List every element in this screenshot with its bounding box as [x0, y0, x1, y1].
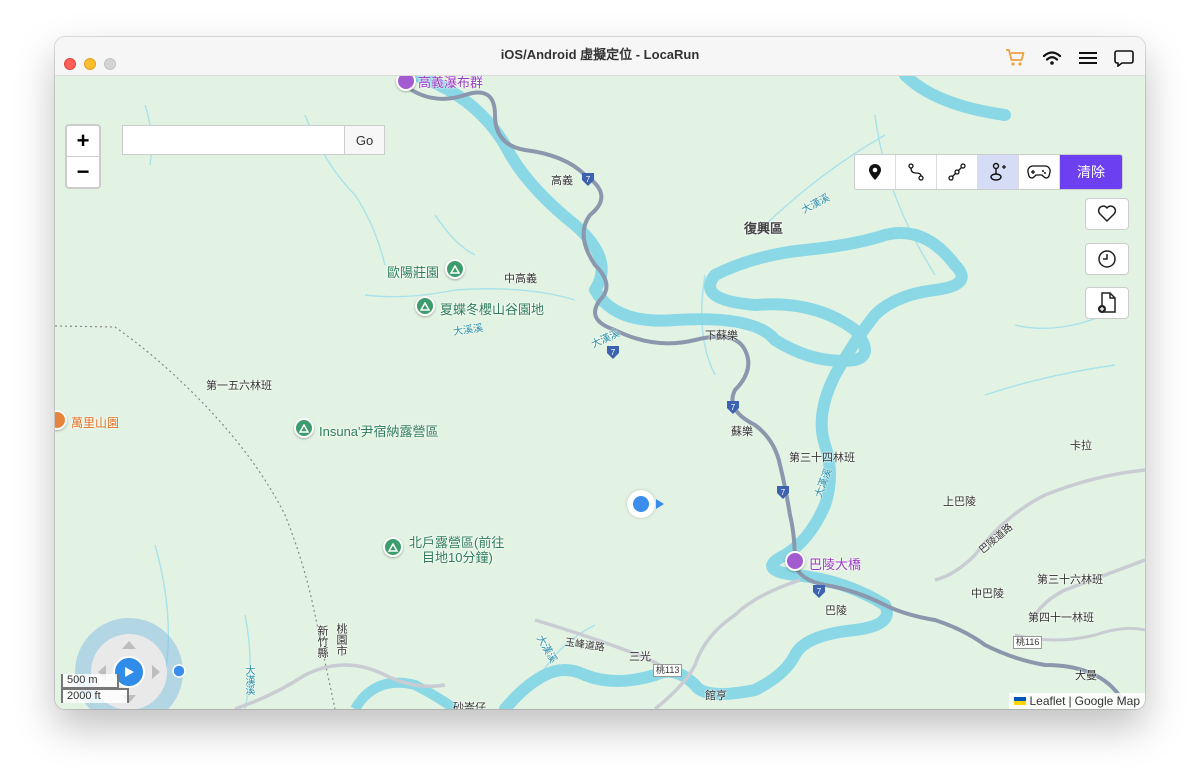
- campsite-poi-icon[interactable]: [445, 259, 465, 279]
- campsite-poi-icon[interactable]: [383, 537, 403, 557]
- joystick-mode-button[interactable]: [978, 155, 1019, 189]
- search-input[interactable]: [122, 125, 344, 155]
- map-label-wanli: 萬里山園: [71, 416, 120, 430]
- google-map-link[interactable]: Google Map: [1075, 694, 1140, 708]
- map-canvas[interactable]: 7 7 7 7 7 高義瀑布群 歐陽莊園 夏蝶冬櫻山谷園地 Insuna'尹宿納…: [55, 75, 1145, 709]
- leaflet-link[interactable]: Leaflet: [1029, 694, 1065, 708]
- wifi-icon[interactable]: [1041, 47, 1063, 69]
- joystick-mode-icon: [990, 162, 1006, 181]
- route-shield-icon: 7: [727, 401, 739, 414]
- map-scale: 500 m 2000 ft: [61, 674, 129, 703]
- search-bar: Go: [122, 125, 385, 155]
- current-location-marker[interactable]: [627, 490, 655, 518]
- map-label-ouyang: 歐陽莊園: [387, 265, 440, 280]
- map-label-beihu-2: 目地10分鐘): [422, 550, 493, 565]
- map-label-qiuting: 館亨: [705, 690, 727, 702]
- heading-arrow-icon: [656, 499, 664, 509]
- search-go-button[interactable]: Go: [344, 125, 385, 155]
- map-label-forest36: 第三十六林班: [1037, 574, 1103, 586]
- route-shield-icon: 7: [777, 486, 789, 499]
- joystick-up-arrow-icon[interactable]: [121, 640, 137, 650]
- map-label-kala: 卡拉: [1070, 440, 1092, 452]
- location-dot-icon: [633, 496, 649, 512]
- app-window: iOS/Android 虛擬定位 - LocaRun 7 7 7 7 7 高義瀑…: [55, 37, 1145, 709]
- map-label-daman: 大曼: [1075, 670, 1097, 682]
- map-label-gaoyi: 高義: [551, 175, 573, 187]
- map-label-lin116: 桃116: [1013, 636, 1043, 649]
- favorites-button[interactable]: [1085, 198, 1129, 230]
- map-attribution: Leaflet | Google Map: [1009, 693, 1145, 709]
- map-label-xiasu: 下蘇樂: [705, 330, 738, 342]
- zoom-out-button[interactable]: −: [67, 156, 99, 187]
- gamepad-mode-button[interactable]: [1019, 155, 1060, 189]
- map-label-balingbridge: 巴陵大橋: [809, 557, 862, 572]
- map-label-daxi6: 大漢溪: [243, 665, 254, 695]
- multi-point-route-button[interactable]: [937, 155, 978, 189]
- route-multi-point-icon: [948, 163, 966, 181]
- zoom-control: + −: [65, 124, 101, 189]
- cart-icon[interactable]: [1005, 47, 1027, 69]
- joystick-handle-dot-icon[interactable]: [172, 664, 186, 678]
- chat-icon[interactable]: [1113, 47, 1135, 69]
- svg-text:7: 7: [817, 587, 822, 596]
- map-label-sanguang: 三光: [629, 651, 651, 663]
- history-button[interactable]: [1085, 243, 1129, 275]
- ukraine-flag-icon: [1014, 697, 1027, 705]
- route-shield-icon: 7: [813, 585, 825, 598]
- gamepad-icon: [1027, 165, 1051, 179]
- route-two-point-icon: [908, 163, 924, 181]
- history-clock-icon: [1098, 250, 1116, 268]
- mode-toolbar: 清除: [854, 154, 1123, 190]
- map-label-shaxiazi: 砂崙仔: [453, 702, 486, 709]
- map-label-xinzhu: 新竹縣: [316, 625, 328, 658]
- titlebar: iOS/Android 虛擬定位 - LocaRun: [55, 37, 1145, 76]
- scale-imperial: 2000 ft: [61, 688, 129, 703]
- campsite-poi-icon[interactable]: [415, 296, 435, 316]
- import-gpx-button[interactable]: [1085, 287, 1129, 319]
- route-shield-icon: 7: [607, 346, 619, 359]
- map-label-baling: 巴陵: [825, 605, 847, 617]
- map-label-zhonggaoyi: 中高義: [504, 273, 537, 285]
- zoom-in-button[interactable]: +: [67, 126, 99, 156]
- map-label-forest41: 第四十一林班: [1028, 612, 1094, 624]
- pin-icon: [869, 164, 881, 180]
- map-label-forest156: 第一五六林班: [206, 380, 272, 392]
- map-label-taoyuan: 桃園市: [335, 623, 347, 656]
- map-label-shangbaling: 上巴陵: [943, 496, 976, 508]
- map-label-lin113: 桃113: [653, 664, 683, 677]
- titlebar-actions: [1005, 47, 1135, 69]
- menu-icon[interactable]: [1077, 47, 1099, 69]
- svg-text:7: 7: [611, 348, 616, 357]
- campsite-poi-icon[interactable]: [294, 418, 314, 438]
- attribution-separator: |: [1068, 694, 1072, 708]
- map-label-su: 蘇樂: [731, 426, 753, 438]
- scale-metric: 500 m: [61, 674, 119, 689]
- map-label-fuxing: 復興區: [744, 221, 784, 236]
- map-label-xiadie: 夏蝶冬櫻山谷園地: [440, 302, 545, 317]
- joystick-right-arrow-icon[interactable]: [151, 664, 161, 680]
- route-shield-icon: 7: [582, 173, 594, 186]
- clear-button[interactable]: 清除: [1060, 155, 1122, 189]
- teleport-mode-button[interactable]: [855, 155, 896, 189]
- map-label-zhongbaling: 中巴陵: [971, 588, 1004, 600]
- import-file-icon: [1098, 292, 1116, 313]
- svg-text:7: 7: [781, 488, 786, 497]
- heart-icon: [1097, 205, 1117, 222]
- window-title: iOS/Android 虛擬定位 - LocaRun: [500, 47, 700, 62]
- svg-text:7: 7: [731, 403, 736, 412]
- map-label-insuna: Insuna'尹宿納露營區: [319, 424, 439, 439]
- bridge-poi-icon[interactable]: [785, 551, 805, 571]
- two-point-route-button[interactable]: [896, 155, 937, 189]
- map-label-top-poi: 高義瀑布群: [418, 75, 484, 90]
- svg-text:7: 7: [586, 175, 591, 184]
- map-label-forest34: 第三十四林班: [789, 452, 855, 464]
